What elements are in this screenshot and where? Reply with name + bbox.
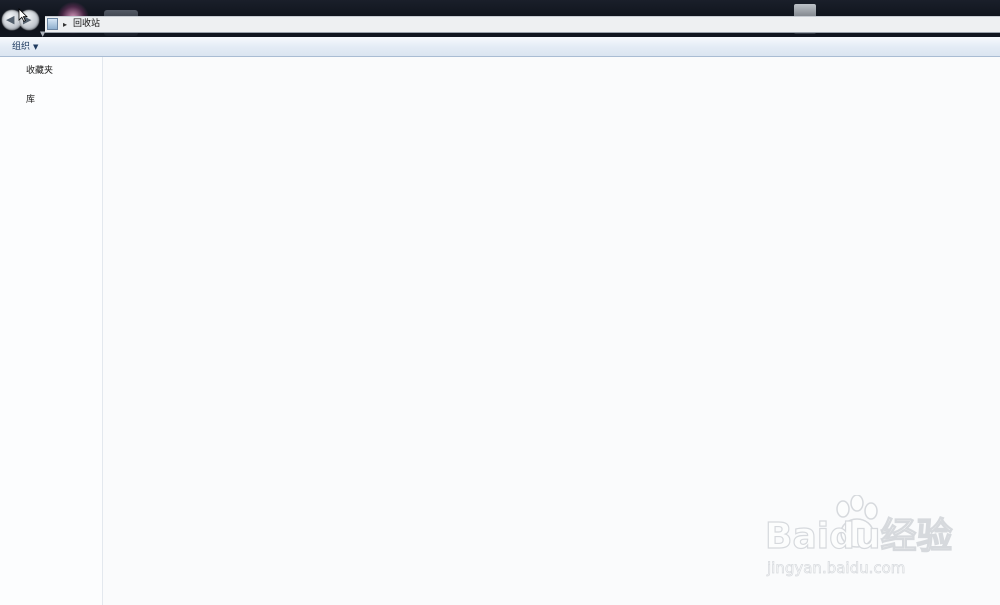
explorer-window: ◀ ▶ ▼ ▸ 回收站 组织 ▼ 收藏夹 库 Baidu经验 jingyan.b… <box>0 0 1000 605</box>
organize-button[interactable]: 组织 ▼ <box>8 39 42 55</box>
navigation-pane: 收藏夹 库 <box>0 57 103 605</box>
organize-label: 组织 <box>12 42 31 52</box>
back-arrow-icon: ◀ <box>6 13 15 26</box>
recycle-bin-icon <box>47 18 58 30</box>
title-nav-bar: ◀ ▶ ▼ ▸ 回收站 <box>0 0 1000 38</box>
watermark-brand: Baidu经验 <box>764 516 953 557</box>
baidu-jingyan-watermark: Baidu经验 jingyan.baidu.com <box>764 495 955 585</box>
nav-item-favorites[interactable]: 收藏夹 <box>26 65 53 77</box>
command-bar: 组织 ▼ <box>0 37 1000 57</box>
breadcrumb-recycle-bin[interactable]: 回收站 <box>73 17 100 32</box>
address-bar[interactable]: ▸ 回收站 <box>45 16 1000 33</box>
mouse-cursor-icon <box>18 8 28 22</box>
watermark-url: jingyan.baidu.com <box>767 559 906 578</box>
chevron-right-icon[interactable]: ▸ <box>63 18 67 31</box>
chevron-down-icon: ▼ <box>33 43 39 51</box>
nav-item-libraries[interactable]: 库 <box>26 94 35 106</box>
